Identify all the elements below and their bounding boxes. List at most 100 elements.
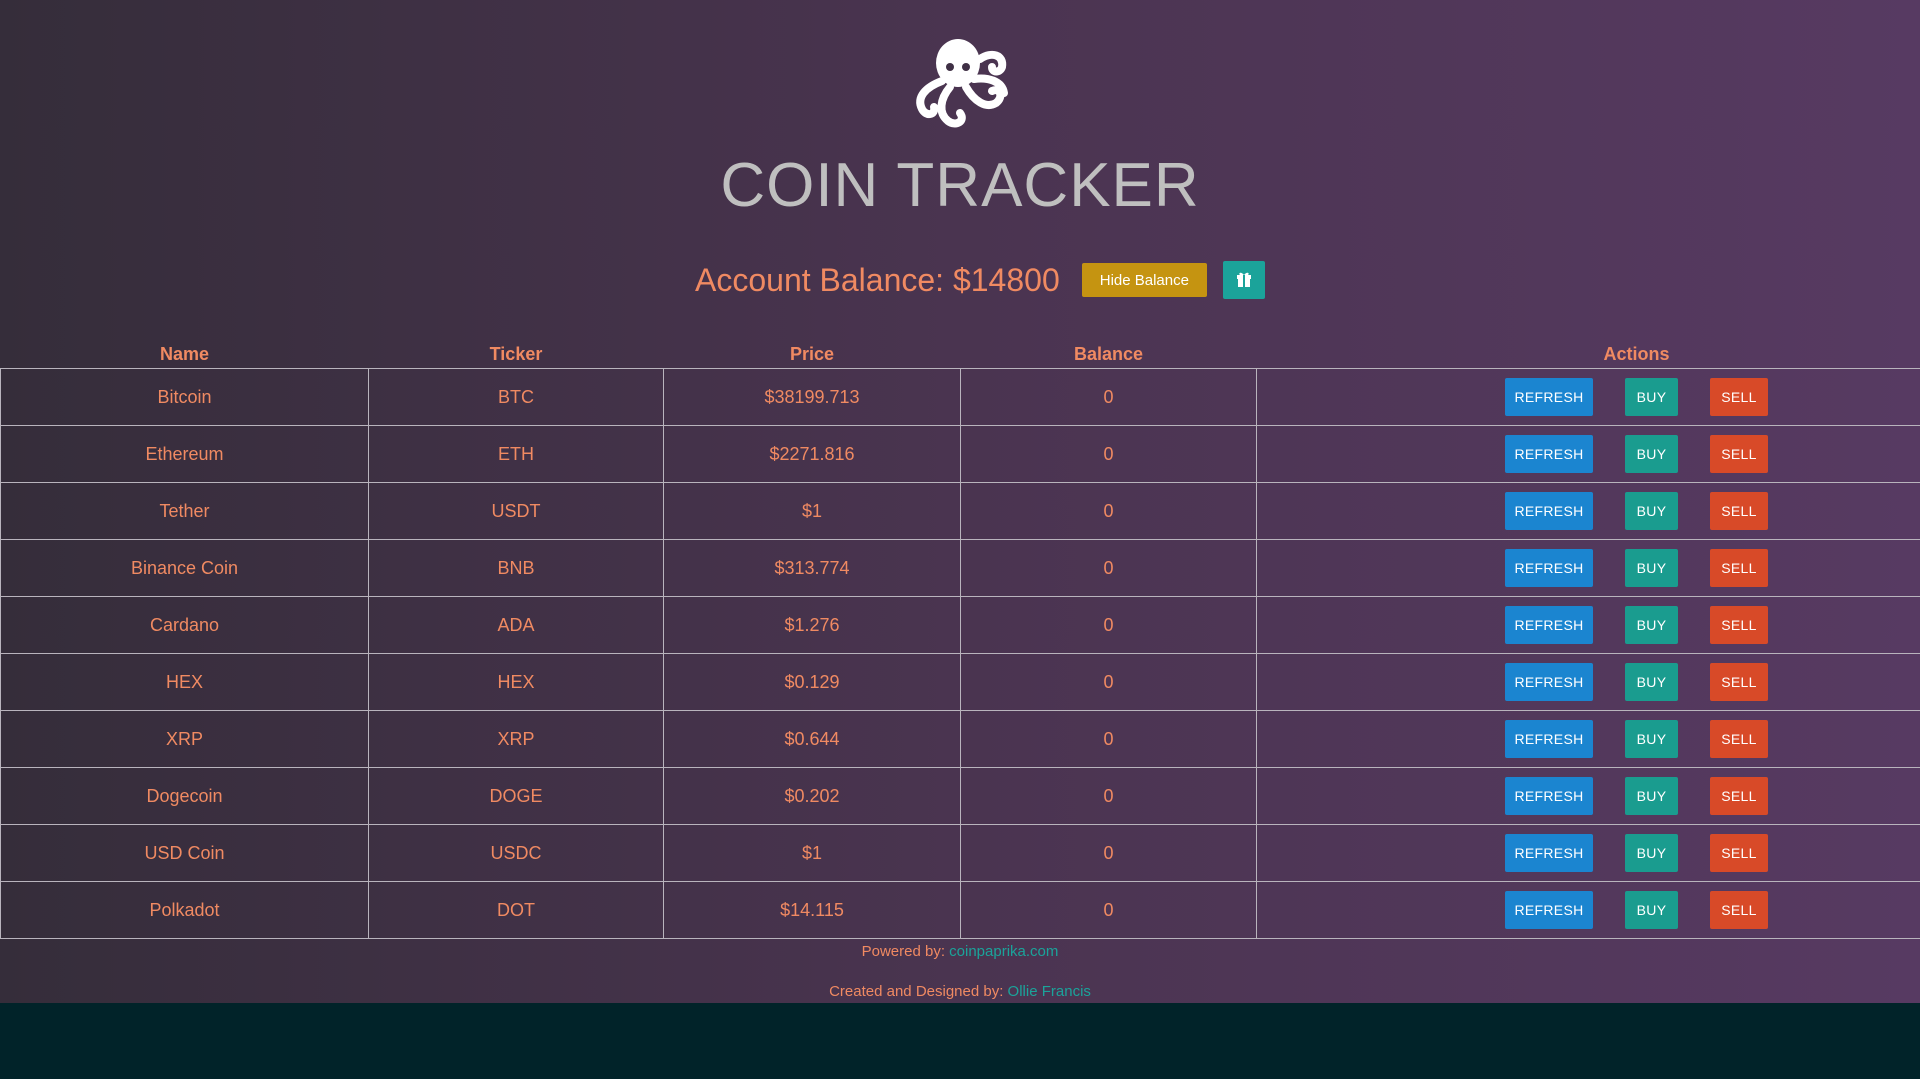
action-buttons: REFRESH BUY SELL <box>1257 492 1920 530</box>
page-title: COIN TRACKER <box>720 151 1200 220</box>
refresh-button[interactable]: REFRESH <box>1505 663 1593 701</box>
created-by-label: Created and Designed by: <box>829 983 1008 1000</box>
buy-button[interactable]: BUY <box>1625 492 1678 530</box>
column-header-price: Price <box>789 344 835 364</box>
created-by: Created and Designed by: Ollie Francis <box>0 983 1920 1000</box>
author-link[interactable]: Ollie Francis <box>1008 983 1091 1000</box>
action-buttons: REFRESH BUY SELL <box>1257 378 1920 416</box>
coin-ticker: XRP <box>368 710 664 768</box>
buy-button[interactable]: BUY <box>1625 663 1678 701</box>
coin-name: HEX <box>0 653 369 711</box>
refresh-button[interactable]: REFRESH <box>1505 492 1593 530</box>
octopus-icon <box>916 39 1008 128</box>
coin-name: XRP <box>0 710 369 768</box>
refresh-button[interactable]: REFRESH <box>1505 549 1593 587</box>
coin-price: $0.644 <box>663 710 961 768</box>
coin-price: $1.276 <box>663 596 961 654</box>
action-buttons: REFRESH BUY SELL <box>1257 606 1920 644</box>
coin-price: $1 <box>663 824 961 882</box>
coin-name: USD Coin <box>0 824 369 882</box>
bottom-band <box>0 1003 1920 1079</box>
row-actions: REFRESH BUY SELL <box>1256 710 1920 768</box>
coin-price: $2271.816 <box>663 425 961 483</box>
buy-button[interactable]: BUY <box>1625 378 1678 416</box>
coin-name: Ethereum <box>0 425 369 483</box>
table-row: Bitcoin BTC $38199.713 0 REFRESH BUY SELL <box>0 368 1920 426</box>
sell-button[interactable]: SELL <box>1710 378 1768 416</box>
coin-ticker: USDT <box>368 482 664 540</box>
coin-balance: 0 <box>960 767 1257 825</box>
coin-name: Dogecoin <box>0 767 369 825</box>
column-header-balance: Balance <box>1073 344 1144 364</box>
coin-ticker: HEX <box>368 653 664 711</box>
buy-button[interactable]: BUY <box>1625 891 1678 929</box>
buy-button[interactable]: BUY <box>1625 834 1678 872</box>
hide-balance-button[interactable]: Hide Balance <box>1081 263 1207 297</box>
gift-button[interactable] <box>1222 261 1265 299</box>
table-row: Cardano ADA $1.276 0 REFRESH BUY SELL <box>0 596 1920 654</box>
balance-row: Account Balance: $14800 Hide Balance <box>0 257 1920 303</box>
coin-ticker: BTC <box>368 368 664 426</box>
buy-button[interactable]: BUY <box>1625 720 1678 758</box>
row-actions: REFRESH BUY SELL <box>1256 824 1920 882</box>
coin-name: Bitcoin <box>0 368 369 426</box>
sell-button[interactable]: SELL <box>1710 492 1768 530</box>
coin-balance: 0 <box>960 710 1257 768</box>
coinpaprika-link[interactable]: coinpaprika.com <box>949 943 1058 960</box>
account-balance: Account Balance: $14800 <box>695 261 1060 298</box>
sell-button[interactable]: SELL <box>1710 891 1768 929</box>
row-actions: REFRESH BUY SELL <box>1256 653 1920 711</box>
table-row: Polkadot DOT $14.115 0 REFRESH BUY SELL <box>0 881 1920 939</box>
sell-button[interactable]: SELL <box>1710 606 1768 644</box>
row-actions: REFRESH BUY SELL <box>1256 767 1920 825</box>
sell-button[interactable]: SELL <box>1710 435 1768 473</box>
powered-by: Powered by: coinpaprika.com <box>0 943 1920 960</box>
action-buttons: REFRESH BUY SELL <box>1257 720 1920 758</box>
powered-by-label: Powered by: <box>861 943 950 960</box>
coin-balance: 0 <box>960 482 1257 540</box>
sell-button[interactable]: SELL <box>1710 720 1768 758</box>
coin-balance: 0 <box>960 596 1257 654</box>
refresh-button[interactable]: REFRESH <box>1505 378 1593 416</box>
coin-balance: 0 <box>960 653 1257 711</box>
coin-balance: 0 <box>960 368 1257 426</box>
refresh-button[interactable]: REFRESH <box>1505 720 1593 758</box>
coin-price: $14.115 <box>663 881 961 939</box>
coin-ticker: DOGE <box>368 767 664 825</box>
buy-button[interactable]: BUY <box>1625 549 1678 587</box>
refresh-button[interactable]: REFRESH <box>1505 606 1593 644</box>
coin-table: Name Ticker Price Balance Actions Bitcoi… <box>0 340 1920 939</box>
table-row: Binance Coin BNB $313.774 0 REFRESH BUY SELL <box>0 539 1920 597</box>
refresh-button[interactable]: REFRESH <box>1505 891 1593 929</box>
sell-button[interactable]: SELL <box>1710 834 1768 872</box>
refresh-button[interactable]: REFRESH <box>1505 834 1593 872</box>
table-row: Dogecoin DOGE $0.202 0 REFRESH BUY SELL <box>0 767 1920 825</box>
coin-balance: 0 <box>960 881 1257 939</box>
coin-balance: 0 <box>960 824 1257 882</box>
column-header-ticker: Ticker <box>489 344 543 364</box>
gift-icon <box>1236 272 1251 287</box>
sell-button[interactable]: SELL <box>1710 663 1768 701</box>
coin-ticker: ADA <box>368 596 664 654</box>
buy-button[interactable]: BUY <box>1625 777 1678 815</box>
coin-ticker: ETH <box>368 425 664 483</box>
coin-ticker: USDC <box>368 824 664 882</box>
buy-button[interactable]: BUY <box>1625 435 1678 473</box>
coin-balance: 0 <box>960 425 1257 483</box>
table-row: XRP XRP $0.644 0 REFRESH BUY SELL <box>0 710 1920 768</box>
refresh-button[interactable]: REFRESH <box>1505 777 1593 815</box>
table-row: USD Coin USDC $1 0 REFRESH BUY SELL <box>0 824 1920 882</box>
column-header-name: Name <box>159 344 210 364</box>
refresh-button[interactable]: REFRESH <box>1505 435 1593 473</box>
coin-price: $38199.713 <box>663 368 961 426</box>
table-row: Tether USDT $1 0 REFRESH BUY SELL <box>0 482 1920 540</box>
action-buttons: REFRESH BUY SELL <box>1257 549 1920 587</box>
coin-price: $1 <box>663 482 961 540</box>
sell-button[interactable]: SELL <box>1710 549 1768 587</box>
sell-button[interactable]: SELL <box>1710 777 1768 815</box>
coin-name: Binance Coin <box>0 539 369 597</box>
action-buttons: REFRESH BUY SELL <box>1257 834 1920 872</box>
buy-button[interactable]: BUY <box>1625 606 1678 644</box>
table-row: Ethereum ETH $2271.816 0 REFRESH BUY SELL <box>0 425 1920 483</box>
coin-price: $313.774 <box>663 539 961 597</box>
